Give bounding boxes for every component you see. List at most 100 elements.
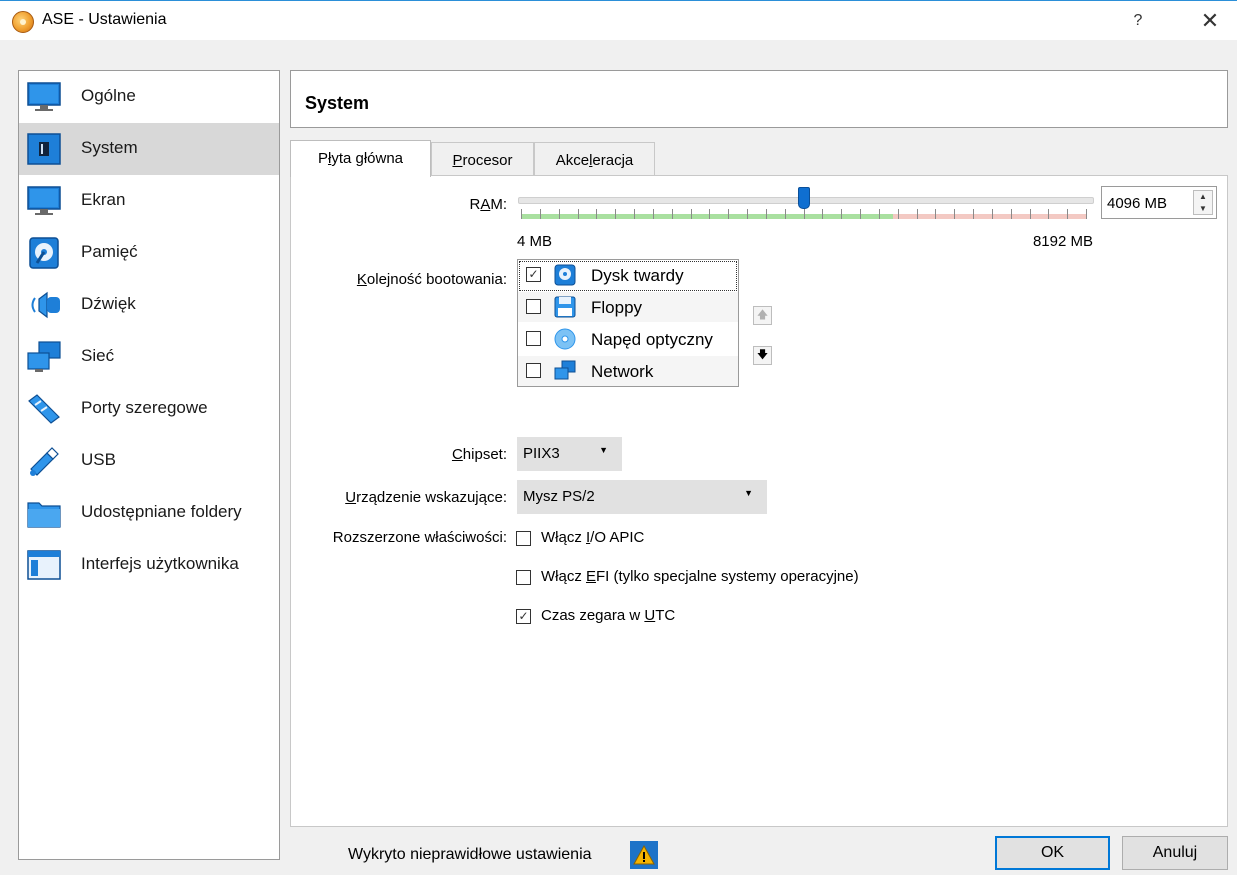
cancel-button[interactable]: Anuluj <box>1122 836 1228 870</box>
tab-label: rocesor <box>462 152 513 169</box>
boot-item-network[interactable]: Network <box>518 356 738 386</box>
boot-optical-checkbox[interactable] <box>526 331 541 346</box>
chipset-label: Chipset: <box>391 446 507 463</box>
label-text: Włącz <box>541 568 586 585</box>
ram-value: 4096 MB <box>1107 195 1168 212</box>
efi-label[interactable]: Włącz EFI (tylko specjalne systemy opera… <box>541 568 859 585</box>
boot-item-optical[interactable]: Napęd optyczny <box>518 324 738 354</box>
sidebar-item-label: System <box>81 138 138 157</box>
label-text: R <box>469 196 481 213</box>
optical-disc-icon <box>554 328 576 350</box>
label-mnemonic: C <box>451 446 463 463</box>
tab-label-mnemonic: P <box>452 152 463 169</box>
sidebar-item-storage[interactable]: Pamięć <box>19 227 279 279</box>
sidebar-item-label: Udostępniane foldery <box>81 502 242 521</box>
extended-features-label: Rozszerzone właściwości: <box>332 529 507 546</box>
io-apic-checkbox[interactable] <box>516 531 531 546</box>
ram-slider-tick <box>917 209 918 219</box>
tab-motherboard[interactable]: Płyta główna <box>290 140 431 177</box>
folder-icon <box>27 502 61 528</box>
speaker-icon <box>31 291 60 319</box>
hard-disk-icon <box>554 264 576 286</box>
boot-item-hard-disk[interactable]: ✓ Dysk twardy <box>518 260 738 291</box>
pointing-device-select[interactable]: Mysz PS/2 ▼ <box>517 480 767 514</box>
tab-processor[interactable]: Procesor <box>431 142 534 176</box>
sidebar-item-label: USB <box>81 450 116 469</box>
sidebar-item-shared-folders[interactable]: Udostępniane foldery <box>19 487 279 539</box>
move-up-button[interactable]: 🡅 <box>753 306 772 325</box>
label-mnemonic: U <box>644 607 656 624</box>
ram-label: RAM: <box>421 196 507 213</box>
sidebar-item-general[interactable]: Ogólne <box>19 71 279 123</box>
sidebar-item-network[interactable]: Sieć <box>19 331 279 383</box>
label-text: M: <box>490 196 507 213</box>
pointing-device-value: Mysz PS/2 <box>523 488 595 505</box>
sidebar-item-user-interface[interactable]: Interfejs użytkownika <box>19 539 279 591</box>
label-text: FI (tylko specjalne systemy operacyjne) <box>596 568 859 585</box>
chevron-down-icon: ▼ <box>599 445 608 455</box>
efi-checkbox[interactable] <box>516 570 531 585</box>
io-apic-label[interactable]: Włącz I/O APIC <box>541 529 644 546</box>
boot-item-label: Napęd optyczny <box>591 330 713 349</box>
warning-icon[interactable] <box>630 841 658 869</box>
ram-slider-tick <box>954 209 955 219</box>
boot-item-floppy[interactable]: Floppy <box>518 292 738 322</box>
network-icon <box>554 360 576 380</box>
label-mnemonic: U <box>345 489 357 506</box>
ram-spin-buttons[interactable]: ▲ ▼ <box>1193 190 1213 215</box>
spin-down-icon[interactable]: ▼ <box>1194 203 1212 215</box>
utc-clock-label[interactable]: Czas zegara w UTC <box>541 607 675 624</box>
ram-slider-ticks <box>521 209 1087 219</box>
boot-floppy-checkbox[interactable] <box>526 299 541 314</box>
move-down-button[interactable]: 🡇 <box>753 346 772 365</box>
boot-item-label: Dysk twardy <box>591 266 684 285</box>
chevron-down-icon: ▼ <box>744 488 753 498</box>
close-button[interactable]: ✕ <box>1196 7 1224 35</box>
monitor-icon <box>27 82 61 111</box>
ram-slider-tick <box>1011 209 1012 219</box>
ram-slider-tick <box>1030 209 1031 219</box>
sidebar-item-label: Sieć <box>81 346 115 365</box>
tab-acceleration[interactable]: Akceleracja <box>534 142 655 176</box>
ram-slider-tick <box>653 209 654 219</box>
ram-slider-tick <box>1048 209 1049 219</box>
hard-disk-icon <box>29 237 59 269</box>
boot-order-label: Kolejność bootowania: <box>311 271 507 288</box>
sidebar-item-audio[interactable]: Dźwięk <box>19 279 279 331</box>
ram-slider-tick <box>935 209 936 219</box>
boot-item-label: Network <box>591 362 654 381</box>
ram-slider-tick <box>973 209 974 219</box>
sidebar-item-label: Ekran <box>81 190 126 209</box>
help-button[interactable]: ? <box>1126 9 1150 33</box>
sidebar-item-label: Interfejs użytkownika <box>81 554 239 573</box>
spin-up-icon[interactable]: ▲ <box>1194 191 1212 203</box>
boot-network-checkbox[interactable] <box>526 363 541 378</box>
ram-spinbox[interactable]: 4096 MB ▲ ▼ <box>1101 186 1217 219</box>
usb-icon <box>30 447 59 476</box>
label-mnemonic: E <box>586 568 597 585</box>
ram-slider-thumb[interactable] <box>798 187 810 209</box>
ram-slider-tick <box>1086 209 1087 219</box>
utc-clock-checkbox[interactable]: ✓ <box>516 609 531 624</box>
sidebar-item-display[interactable]: Ekran <box>19 175 279 227</box>
sidebar-item-label: Porty szeregowe <box>81 398 208 417</box>
window-title: ASE - Ustawienia <box>42 11 167 28</box>
boot-hard-disk-checkbox[interactable]: ✓ <box>526 267 541 282</box>
boot-order-list[interactable]: ✓ Dysk twardy Floppy Napęd optyczny Netw… <box>517 259 739 387</box>
chipset-select[interactable]: PIIX3 ▼ <box>517 437 622 471</box>
ram-slider-tick <box>841 209 842 219</box>
ram-slider-tick <box>879 209 880 219</box>
ram-slider-tick <box>615 209 616 219</box>
sidebar-item-label: Ogólne <box>81 86 136 105</box>
sidebar-item-serial-ports[interactable]: Porty szeregowe <box>19 383 279 435</box>
sidebar-item-usb[interactable]: USB <box>19 435 279 487</box>
page-title: System <box>305 93 370 113</box>
ram-slider-tick <box>691 209 692 219</box>
sidebar-item-system[interactable]: System <box>19 123 279 175</box>
window-layout-icon <box>27 550 61 580</box>
floppy-icon <box>554 296 576 318</box>
settings-sidebar: Ogólne System Ekran Pamięć Dźwięk Sieć P… <box>18 70 280 860</box>
ram-slider-tick <box>804 209 805 219</box>
ram-slider-tick <box>728 209 729 219</box>
ok-button[interactable]: OK <box>995 836 1110 870</box>
